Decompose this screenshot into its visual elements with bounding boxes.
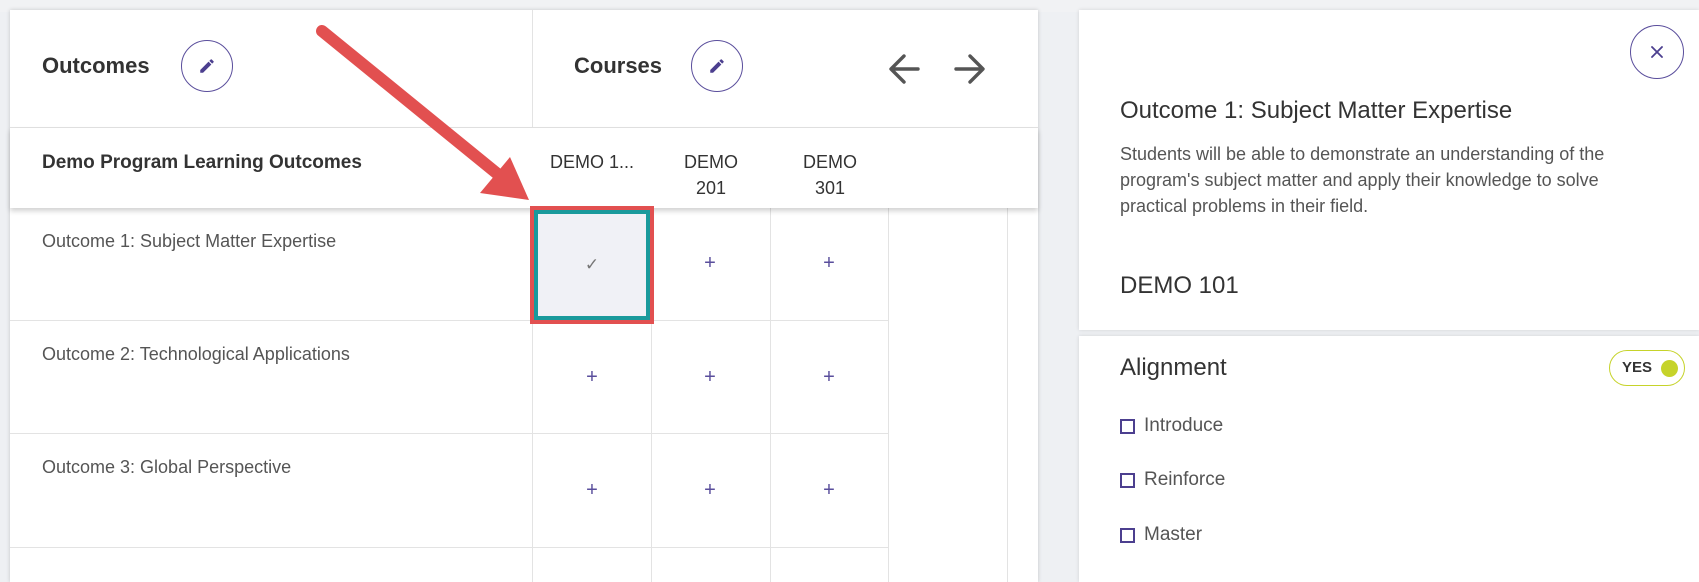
checkbox-label: Introduce bbox=[1144, 415, 1224, 436]
detail-course: DEMO 101 bbox=[1120, 272, 1239, 299]
course-column-number: 201 bbox=[695, 178, 727, 198]
toggle-knob bbox=[1661, 360, 1678, 377]
add-alignment-cell[interactable]: + bbox=[651, 366, 769, 389]
course-column-header[interactable]: DEMO 301 bbox=[775, 149, 885, 201]
outcome-row-label: Outcome 2: Technological Applications bbox=[42, 344, 350, 364]
arrow-right-icon bbox=[954, 54, 985, 84]
edit-courses-button[interactable] bbox=[691, 40, 743, 92]
reinforce-checkbox[interactable]: Reinforce bbox=[1120, 469, 1225, 491]
grid-line bbox=[1007, 208, 1008, 582]
alignment-toggle[interactable]: YES bbox=[1609, 350, 1685, 386]
aligned-cell: ✓ bbox=[534, 210, 650, 320]
grid-line bbox=[888, 208, 889, 582]
courses-heading: Courses bbox=[574, 53, 663, 78]
course-column-header[interactable]: DEMO 201 bbox=[656, 149, 766, 201]
course-column-header[interactable]: DEMO 1... bbox=[537, 149, 647, 175]
pencil-icon bbox=[710, 59, 724, 73]
add-alignment-cell[interactable]: + bbox=[770, 479, 888, 502]
next-courses-button[interactable] bbox=[948, 47, 992, 91]
introduce-checkbox[interactable]: Introduce bbox=[1120, 415, 1223, 437]
add-alignment-cell[interactable]: + bbox=[770, 366, 888, 389]
checkbox-icon bbox=[1120, 527, 1135, 543]
arrow-left-icon bbox=[889, 54, 920, 84]
add-alignment-cell[interactable]: + bbox=[770, 252, 888, 275]
close-icon bbox=[1651, 46, 1663, 58]
pencil-icon bbox=[200, 59, 214, 73]
selected-matrix-cell[interactable]: ✓ bbox=[530, 206, 654, 324]
grid-line bbox=[10, 320, 888, 321]
grid-line bbox=[10, 433, 888, 434]
master-checkbox[interactable]: Master bbox=[1120, 524, 1202, 546]
detail-title: Outcome 1: Subject Matter Expertise bbox=[1120, 97, 1513, 124]
add-alignment-cell[interactable]: + bbox=[533, 366, 651, 389]
add-alignment-cell[interactable]: + bbox=[651, 252, 769, 275]
outcomes-heading: Outcomes bbox=[42, 53, 150, 78]
checkbox-label: Master bbox=[1144, 524, 1203, 545]
matrix-subheader: Demo Program Learning Outcomes DEMO 1...… bbox=[10, 128, 1038, 208]
outcome-row-label: Outcome 1: Subject Matter Expertise bbox=[42, 231, 337, 251]
alignment-heading: Alignment bbox=[1120, 354, 1227, 381]
outcome-row-label: Outcome 3: Global Perspective bbox=[42, 457, 292, 477]
close-button[interactable] bbox=[1630, 25, 1684, 79]
previous-courses-button[interactable] bbox=[882, 47, 926, 91]
edit-outcomes-button[interactable] bbox=[181, 40, 233, 92]
checkbox-label: Reinforce bbox=[1144, 469, 1226, 490]
add-alignment-cell[interactable]: + bbox=[533, 479, 651, 502]
toggle-label: YES bbox=[1622, 359, 1653, 376]
detail-description: Students will be able to demonstrate an … bbox=[1120, 144, 1605, 216]
course-column-label: DEMO 1... bbox=[549, 152, 634, 172]
course-column-number: 301 bbox=[814, 178, 846, 198]
course-column-label: DEMO bbox=[684, 152, 738, 172]
add-alignment-cell[interactable]: + bbox=[651, 479, 769, 502]
grid-line bbox=[10, 547, 888, 548]
checkbox-icon bbox=[1120, 472, 1135, 488]
checkbox-icon bbox=[1120, 418, 1135, 434]
course-column-label: DEMO bbox=[803, 152, 857, 172]
program-title: Demo Program Learning Outcomes bbox=[42, 152, 362, 173]
checkmark-icon: ✓ bbox=[584, 255, 600, 274]
